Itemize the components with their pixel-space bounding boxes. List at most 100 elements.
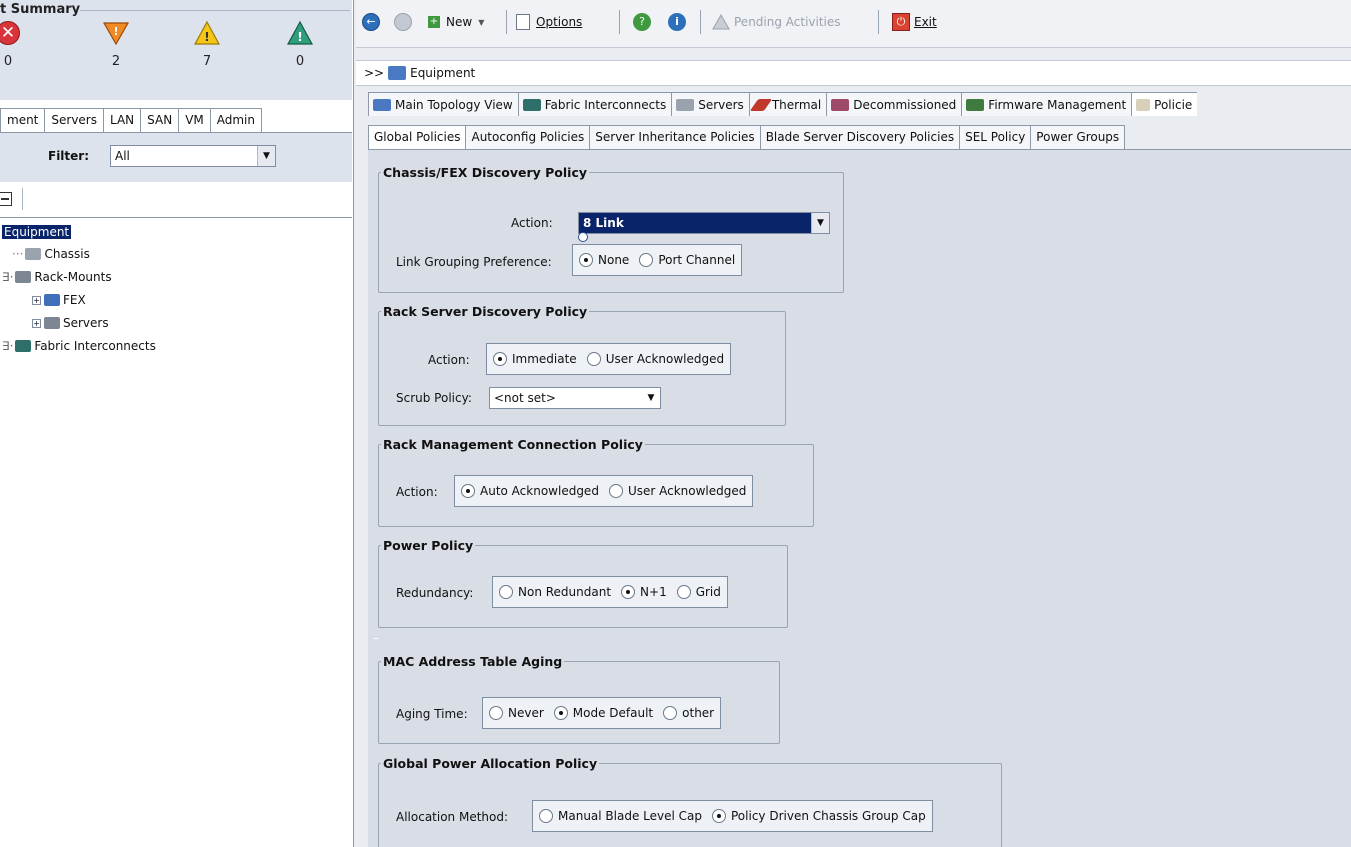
tab-decommissioned[interactable]: Decommissioned xyxy=(826,92,963,116)
chevron-down-icon[interactable]: ▼ xyxy=(811,213,829,233)
forward-button[interactable] xyxy=(394,10,418,34)
radio-other[interactable]: other xyxy=(663,706,714,720)
tab-san[interactable]: SAN xyxy=(140,108,180,132)
tab-sel-policy[interactable]: SEL Policy xyxy=(959,125,1032,149)
major-count: 2 xyxy=(111,54,121,69)
tab-autoconfig-policies[interactable]: Autoconfig Policies xyxy=(465,125,591,149)
tree-node-servers[interactable]: + Servers xyxy=(32,313,109,333)
expand-icon[interactable]: + xyxy=(32,318,41,328)
tab-vm[interactable]: VM xyxy=(178,108,211,132)
radio-indicator[interactable] xyxy=(461,484,475,498)
tab-equipment[interactable]: ment xyxy=(0,108,46,132)
exit-button[interactable]: ⏻ Exit xyxy=(892,10,937,34)
expand-icon[interactable]: + xyxy=(32,295,41,305)
radio-indicator[interactable] xyxy=(712,809,726,823)
tree-node-rack-mounts[interactable]: ∃· Rack-Mounts xyxy=(2,267,112,287)
svg-text:!: ! xyxy=(297,30,302,44)
radio-none[interactable]: None xyxy=(579,253,629,267)
radio-n-plus-1[interactable]: N+1 xyxy=(621,585,667,599)
pending-activities-button[interactable]: Pending Activities xyxy=(712,10,841,34)
info-marker-icon xyxy=(578,232,588,242)
radio-indicator[interactable] xyxy=(499,585,513,599)
expander-icon[interactable]: ∃· xyxy=(2,339,13,353)
radio-label: Grid xyxy=(695,585,721,599)
options-label: Options xyxy=(536,15,583,29)
radio-indicator[interactable] xyxy=(639,253,654,267)
back-button[interactable]: ← xyxy=(362,10,386,34)
tab-label: Servers xyxy=(698,97,744,112)
radio-indicator[interactable] xyxy=(676,585,691,599)
chassis-action-select[interactable]: 8 Link ▼ xyxy=(578,212,830,234)
radio-auto-acknowledged[interactable]: Auto Acknowledged xyxy=(461,484,599,498)
radio-never[interactable]: Never xyxy=(489,706,544,720)
chevron-down-icon[interactable]: ▼ xyxy=(257,146,275,166)
tree-node-fabric-interconnects[interactable]: ∃· Fabric Interconnects xyxy=(2,336,156,356)
radio-indicator[interactable] xyxy=(489,706,503,720)
divider xyxy=(506,10,507,34)
critical-fault-count[interactable]: ✕ 0 xyxy=(0,18,28,69)
radio-indicator[interactable] xyxy=(493,352,507,366)
tab-global-policies[interactable]: Global Policies xyxy=(368,125,467,149)
radio-grid[interactable]: Grid xyxy=(676,585,721,599)
tab-policies[interactable]: Policie xyxy=(1131,92,1198,116)
help-button[interactable]: ? xyxy=(633,10,657,34)
new-label: New xyxy=(446,15,473,29)
tab-firmware-management[interactable]: Firmware Management xyxy=(961,92,1133,116)
breadcrumb-equipment[interactable]: Equipment xyxy=(410,66,475,80)
major-fault-count[interactable]: ! 2 xyxy=(96,18,136,69)
filter-select[interactable]: All ▼ xyxy=(110,145,276,167)
radio-indicator[interactable] xyxy=(539,809,553,823)
tab-blade-server-discovery-policies[interactable]: Blade Server Discovery Policies xyxy=(759,125,961,149)
allocation-method-radio-group: Manual Blade Level Cap Policy Driven Cha… xyxy=(532,800,933,832)
radio-policy-driven-chassis-group-cap[interactable]: Policy Driven Chassis Group Cap xyxy=(712,809,926,823)
breadcrumb: >> Equipment xyxy=(356,60,1351,86)
tab-server-inheritance-policies[interactable]: Server Inheritance Policies xyxy=(589,125,761,149)
tab-thermal[interactable]: Thermal xyxy=(748,92,828,116)
warning-count: 0 xyxy=(295,54,305,69)
nav-tabs: ment Servers LAN SAN VM Admin xyxy=(0,108,262,132)
radio-label: None xyxy=(598,253,630,267)
tree-line: ··· xyxy=(12,247,24,261)
radio-indicator[interactable] xyxy=(586,352,601,366)
radio-user-acknowledged[interactable]: User Acknowledged xyxy=(608,484,746,498)
tab-servers[interactable]: Servers xyxy=(671,92,750,116)
tree-node-fex[interactable]: + FEX xyxy=(32,290,86,310)
new-button[interactable]: + New ▼ xyxy=(428,10,484,34)
filter-label: Filter: xyxy=(48,149,90,163)
radio-indicator[interactable] xyxy=(608,484,623,498)
fault-summary: t Summary ✕ 0 ! 2 ! 7 ! 0 xyxy=(0,0,352,100)
chevron-down-icon[interactable]: ▼ xyxy=(642,388,660,408)
radio-indicator[interactable] xyxy=(553,706,568,720)
radio-manual-blade-level-cap[interactable]: Manual Blade Level Cap xyxy=(539,809,702,823)
tab-servers[interactable]: Servers xyxy=(44,108,104,132)
radio-user-acknowledged[interactable]: User Acknowledged xyxy=(586,352,724,366)
radio-non-redundant[interactable]: Non Redundant xyxy=(499,585,611,599)
tree-toolbar xyxy=(0,182,352,218)
warning-fault-count[interactable]: ! 0 xyxy=(280,18,320,69)
expander-icon[interactable]: ∃· xyxy=(2,270,13,284)
radio-port-channel[interactable]: Port Channel xyxy=(639,253,735,267)
sub-tabs: Global Policies Autoconfig Policies Serv… xyxy=(368,125,1126,149)
tab-power-groups[interactable]: Power Groups xyxy=(1030,125,1126,149)
minor-fault-count[interactable]: ! 7 xyxy=(187,18,227,69)
scrub-policy-select[interactable]: <not set> ▼ xyxy=(489,387,661,409)
tab-label: Fabric Interconnects xyxy=(544,97,667,112)
radio-mode-default[interactable]: Mode Default xyxy=(553,706,653,720)
redundancy-label: Redundancy: xyxy=(396,586,474,600)
tab-lan[interactable]: LAN xyxy=(103,108,142,132)
radio-indicator[interactable] xyxy=(663,706,678,720)
tree-node-chassis[interactable]: ··· Chassis xyxy=(12,244,90,264)
radio-indicator[interactable] xyxy=(579,253,593,267)
tab-fabric-interconnects[interactable]: Fabric Interconnects xyxy=(517,92,673,116)
tab-main-topology-view[interactable]: Main Topology View xyxy=(368,92,519,116)
options-button[interactable]: Options xyxy=(516,10,582,34)
tree-node-equipment[interactable]: Equipment xyxy=(2,222,72,242)
divider xyxy=(700,10,701,34)
radio-immediate[interactable]: Immediate xyxy=(493,352,577,366)
radio-indicator[interactable] xyxy=(621,585,636,599)
info-button[interactable]: i xyxy=(668,10,692,34)
collapse-all-icon[interactable] xyxy=(0,192,12,206)
tab-admin[interactable]: Admin xyxy=(209,108,262,132)
info-icon: i xyxy=(668,13,686,31)
radio-label: Non Redundant xyxy=(518,585,612,599)
